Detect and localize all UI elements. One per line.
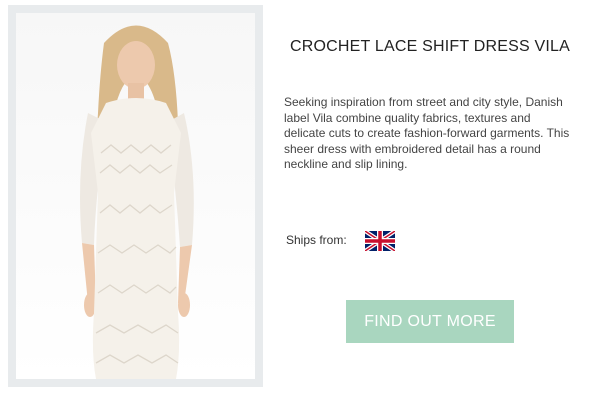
model-illustration (80, 25, 194, 379)
find-out-more-button[interactable]: FIND OUT MORE (346, 300, 514, 343)
ships-from-label: Ships from: (286, 233, 347, 247)
product-description: Seeking inspiration from street and city… (284, 95, 570, 171)
product-image[interactable] (16, 13, 255, 379)
uk-flag-icon (365, 231, 395, 251)
product-title: CROCHET LACE SHIFT DRESS VILA (290, 38, 570, 55)
product-image-frame (8, 5, 263, 387)
